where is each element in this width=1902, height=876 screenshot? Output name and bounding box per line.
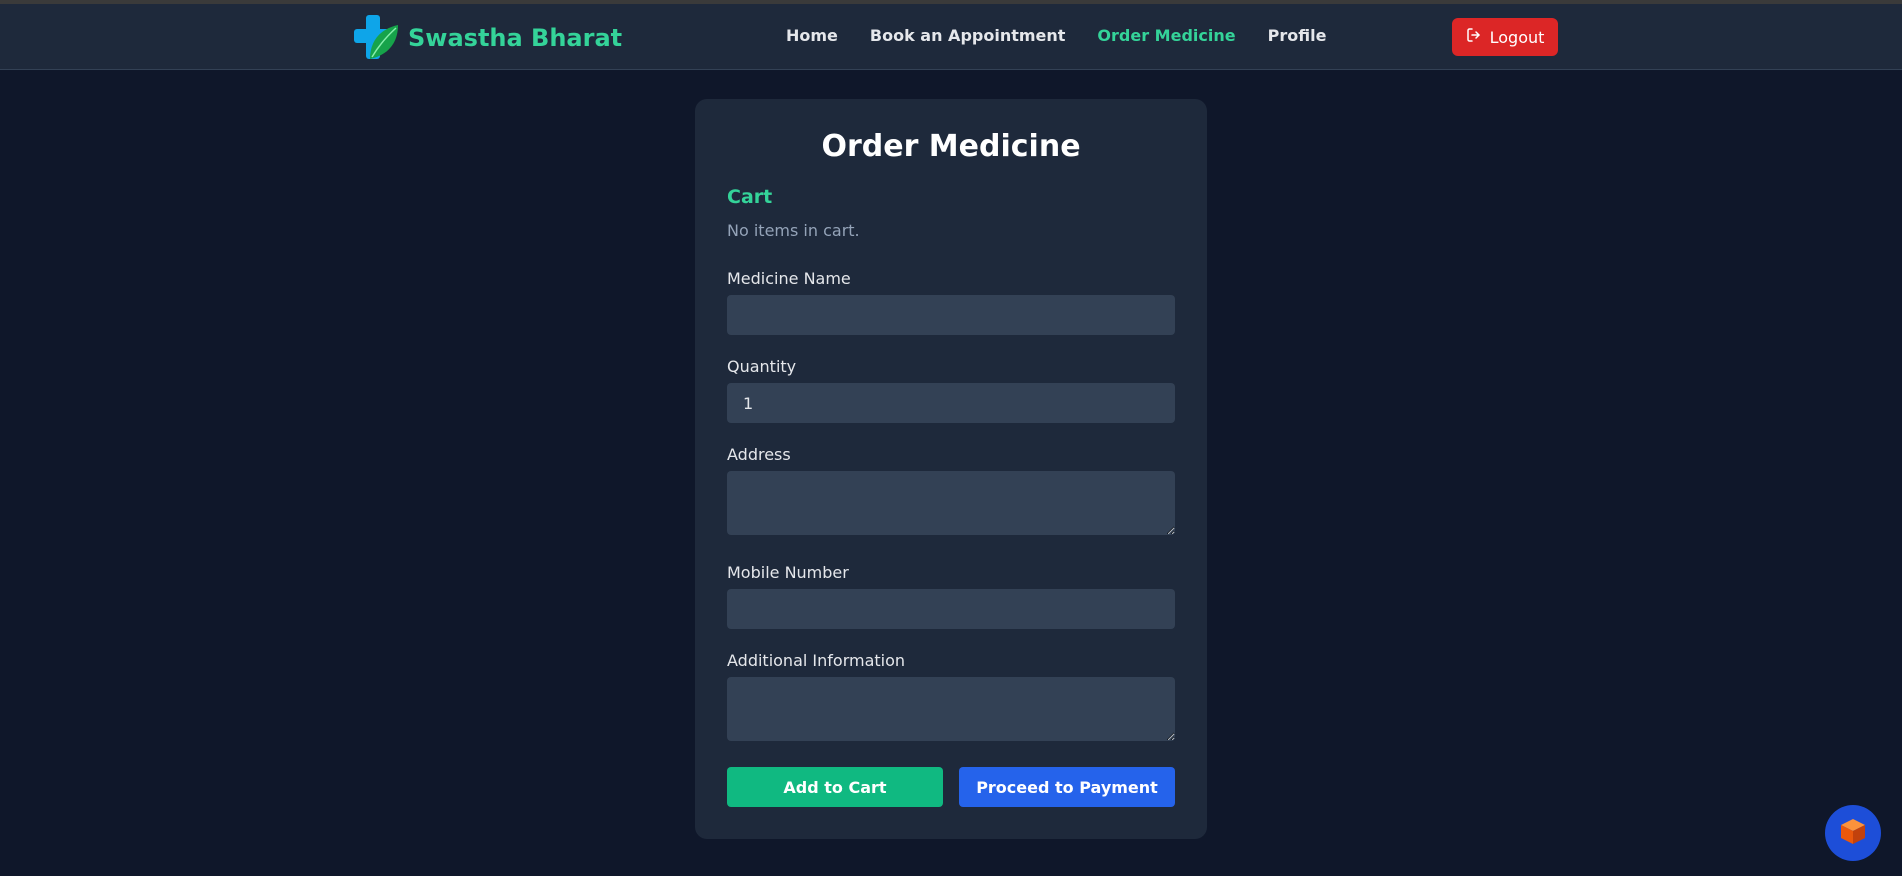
brand[interactable]: Swastha Bharat [352, 13, 622, 63]
brand-name: Swastha Bharat [408, 24, 623, 52]
nav-item-order-medicine[interactable]: Order Medicine [1097, 26, 1235, 45]
medicine-name-label: Medicine Name [727, 269, 851, 288]
nav-item-home[interactable]: Home [786, 26, 838, 45]
floating-action-button[interactable] [1825, 805, 1881, 861]
cart-empty-text: No items in cart. [727, 221, 860, 240]
quantity-label: Quantity [727, 357, 797, 376]
medical-cross-leaf-icon [352, 13, 400, 63]
cart-heading: Cart [727, 186, 773, 208]
additional-information-label: Additional Information [727, 651, 906, 670]
nav-item-profile[interactable]: Profile [1268, 26, 1327, 45]
proceed-to-payment-button[interactable]: Proceed to Payment [959, 767, 1175, 807]
add-to-cart-button[interactable]: Add to Cart [727, 767, 943, 807]
page-title: Order Medicine [821, 129, 1081, 164]
orange-cube-icon [1838, 816, 1868, 850]
main-nav: Home Book an Appointment Order Medicine … [786, 26, 1326, 45]
additional-information-textarea[interactable] [727, 677, 1175, 741]
order-medicine-card: Order Medicine Cart No items in cart. Me… [695, 99, 1207, 839]
mobile-number-input[interactable] [727, 589, 1175, 629]
logout-label: Logout [1489, 27, 1545, 47]
address-label: Address [727, 445, 791, 464]
medicine-name-input[interactable] [727, 295, 1175, 335]
logout-button[interactable]: Logout [1452, 18, 1558, 56]
mobile-number-label: Mobile Number [727, 563, 849, 582]
navbar: Swastha Bharat Home Book an Appointment … [0, 4, 1902, 70]
address-textarea[interactable] [727, 471, 1175, 535]
logout-icon [1466, 27, 1482, 47]
nav-item-book-appointment[interactable]: Book an Appointment [870, 26, 1066, 45]
quantity-input[interactable] [727, 383, 1175, 423]
